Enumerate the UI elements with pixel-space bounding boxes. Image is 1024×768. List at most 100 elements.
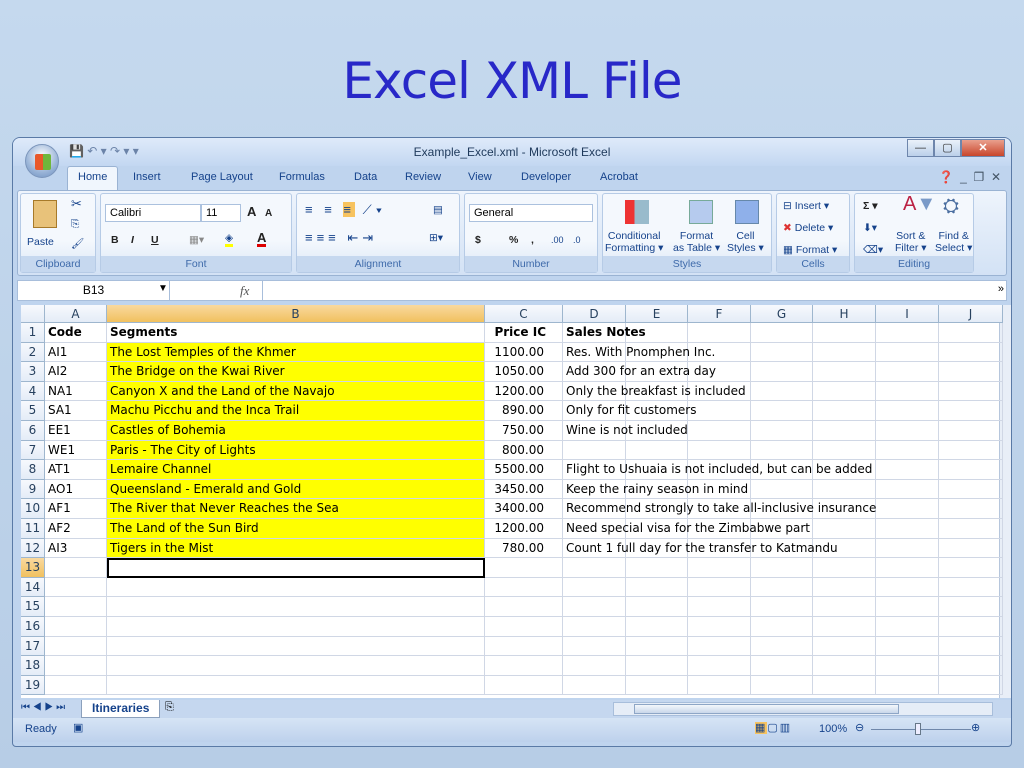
- cell[interactable]: Paris - The City of Lights: [107, 440, 485, 461]
- cell[interactable]: [751, 440, 813, 461]
- cell[interactable]: [813, 381, 876, 402]
- italic-button[interactable]: I: [131, 234, 134, 246]
- column-header-d[interactable]: D: [563, 305, 626, 323]
- cell[interactable]: [876, 538, 939, 559]
- row-header[interactable]: 4: [21, 381, 45, 402]
- cell[interactable]: [813, 440, 876, 461]
- find-select-button[interactable]: Find & Select ▾: [935, 230, 972, 254]
- scrollbar-thumb[interactable]: [634, 704, 899, 714]
- cell[interactable]: [939, 538, 1003, 559]
- tab-insert[interactable]: Insert: [133, 171, 161, 183]
- help-icon[interactable]: ❓ _ ❐ ✕: [939, 170, 1001, 184]
- currency-button[interactable]: $: [475, 234, 481, 246]
- cell[interactable]: [939, 401, 1003, 421]
- cell[interactable]: [751, 675, 813, 696]
- cell[interactable]: [563, 636, 626, 657]
- cell[interactable]: AF1: [45, 499, 107, 519]
- cell[interactable]: [939, 440, 1003, 461]
- font-color-button[interactable]: A: [257, 231, 267, 247]
- cell[interactable]: [45, 656, 107, 676]
- cell[interactable]: [939, 617, 1003, 637]
- cell[interactable]: Segments: [107, 323, 485, 343]
- formula-input[interactable]: [262, 281, 1006, 300]
- row-header[interactable]: 3: [21, 362, 45, 382]
- view-buttons[interactable]: ▦▢▥: [755, 721, 792, 734]
- cell[interactable]: [563, 675, 626, 696]
- number-format-select[interactable]: General: [469, 204, 593, 222]
- cell[interactable]: [107, 656, 485, 676]
- cell[interactable]: [688, 617, 751, 637]
- cell[interactable]: [751, 617, 813, 637]
- cell[interactable]: [876, 323, 939, 343]
- percent-button[interactable]: %: [509, 234, 518, 246]
- select-all-button[interactable]: [21, 305, 45, 323]
- cell[interactable]: AI3: [45, 538, 107, 559]
- quick-access-toolbar[interactable]: 💾 ↶ ▾ ↷ ▾ ▾: [69, 144, 139, 158]
- column-header-e[interactable]: E: [626, 305, 688, 323]
- cell[interactable]: [485, 597, 563, 617]
- cell[interactable]: [876, 597, 939, 617]
- sheet-nav-buttons[interactable]: ⏮ ◀ ▶ ⏭: [21, 702, 65, 713]
- cell[interactable]: [107, 577, 485, 598]
- row-header[interactable]: 2: [21, 342, 45, 363]
- cell[interactable]: [688, 323, 751, 343]
- row-header[interactable]: 16: [21, 617, 45, 637]
- cell[interactable]: [876, 440, 939, 461]
- underline-button[interactable]: U: [151, 234, 159, 246]
- cell[interactable]: [813, 558, 876, 578]
- cell[interactable]: EE1: [45, 421, 107, 441]
- minimize-button[interactable]: —: [907, 139, 934, 157]
- row-header[interactable]: 12: [21, 538, 45, 559]
- cell[interactable]: [813, 656, 876, 676]
- cell[interactable]: [45, 597, 107, 617]
- cell[interactable]: AO1: [45, 479, 107, 500]
- cell[interactable]: [751, 656, 813, 676]
- cell[interactable]: [939, 519, 1003, 539]
- cell[interactable]: [876, 558, 939, 578]
- cell[interactable]: Machu Picchu and the Inca Trail: [107, 401, 485, 421]
- sheet-tab-itineraries[interactable]: Itineraries: [81, 700, 161, 718]
- cell[interactable]: AI1: [45, 342, 107, 363]
- row-header[interactable]: 10: [21, 499, 45, 519]
- cell[interactable]: [45, 558, 107, 578]
- cell[interactable]: [485, 558, 563, 578]
- cell[interactable]: Add 300 for an extra day: [563, 362, 716, 382]
- cell[interactable]: 3450.00: [485, 479, 563, 500]
- cell[interactable]: [688, 656, 751, 676]
- cell[interactable]: [876, 362, 939, 382]
- zoom-slider-handle[interactable]: [915, 723, 921, 735]
- cell[interactable]: [939, 421, 1003, 441]
- cell[interactable]: 5500.00: [485, 460, 563, 480]
- row-header[interactable]: 18: [21, 656, 45, 676]
- cell[interactable]: 800.00: [485, 440, 563, 461]
- cell[interactable]: [813, 362, 876, 382]
- clear-button[interactable]: ⌫▾: [863, 244, 883, 256]
- font-size-select[interactable]: 11: [201, 204, 241, 222]
- cell[interactable]: [876, 499, 939, 519]
- horizontal-scrollbar[interactable]: [613, 702, 993, 716]
- cell[interactable]: [876, 675, 939, 696]
- cell[interactable]: [688, 421, 751, 441]
- cell[interactable]: [876, 342, 939, 363]
- office-button[interactable]: [25, 144, 59, 178]
- cell[interactable]: [626, 597, 688, 617]
- cell[interactable]: [939, 342, 1003, 363]
- cell[interactable]: AT1: [45, 460, 107, 480]
- cell[interactable]: [751, 401, 813, 421]
- zoom-slider[interactable]: [871, 729, 971, 730]
- name-box-dropdown-icon[interactable]: ▼: [158, 283, 168, 294]
- cell[interactable]: [939, 479, 1003, 500]
- cell[interactable]: Only the breakfast is included: [563, 381, 746, 402]
- cell[interactable]: 1200.00: [485, 519, 563, 539]
- cell[interactable]: WE1: [45, 440, 107, 461]
- cell[interactable]: [751, 362, 813, 382]
- cell[interactable]: [876, 519, 939, 539]
- column-header-a[interactable]: A: [45, 305, 107, 323]
- cell[interactable]: [751, 323, 813, 343]
- cell[interactable]: [813, 479, 876, 500]
- cell[interactable]: [876, 460, 939, 480]
- cell[interactable]: [626, 617, 688, 637]
- cell[interactable]: [107, 617, 485, 637]
- cell[interactable]: [876, 401, 939, 421]
- cell[interactable]: 1100.00: [485, 342, 563, 363]
